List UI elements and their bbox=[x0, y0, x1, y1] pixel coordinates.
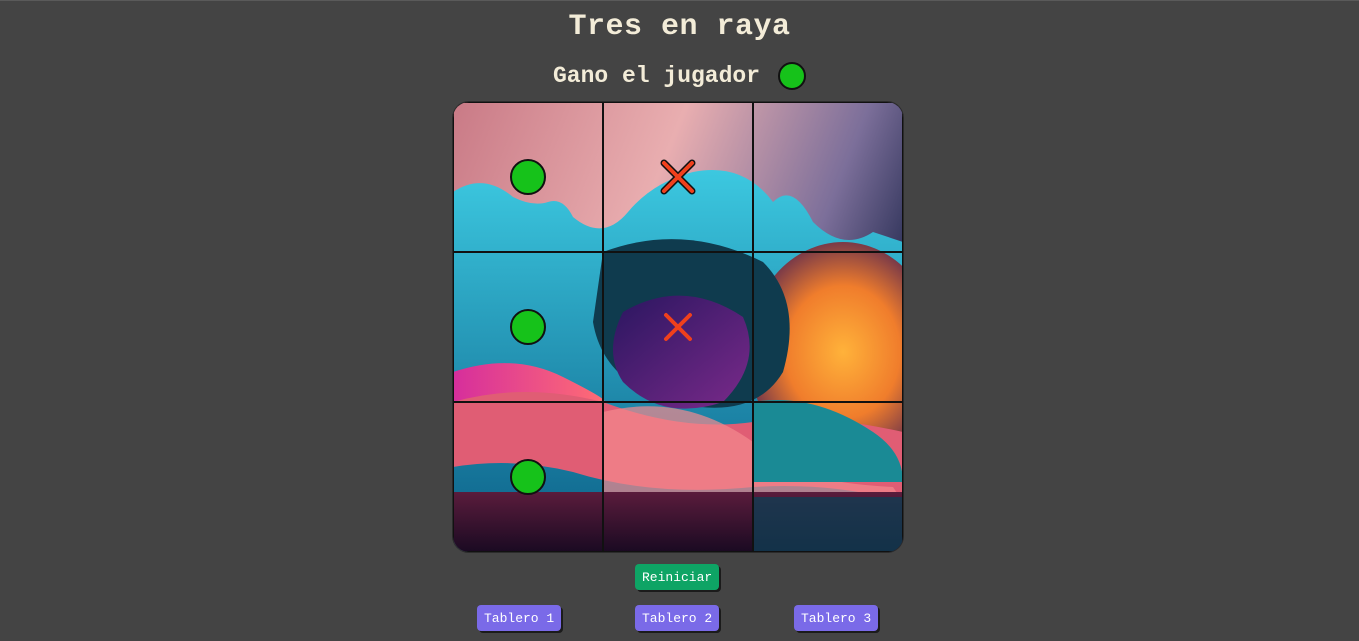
cell-r1-c3[interactable] bbox=[753, 102, 903, 252]
cell-r1-c1[interactable] bbox=[453, 102, 603, 252]
cell-r2-c2[interactable] bbox=[603, 252, 753, 402]
circle-mark-icon bbox=[510, 309, 546, 345]
cell-r3-c1[interactable] bbox=[453, 402, 603, 552]
winner-circle-icon bbox=[778, 62, 807, 90]
cell-r3-c3[interactable] bbox=[753, 402, 903, 552]
game-board bbox=[453, 102, 903, 552]
cell-r3-c2[interactable] bbox=[603, 402, 753, 552]
board-2-button[interactable]: Tablero 2 bbox=[635, 605, 720, 631]
status-text: Gano el jugador bbox=[552, 63, 761, 89]
page-title: Tres en raya bbox=[568, 10, 791, 44]
reset-button[interactable]: Reiniciar bbox=[635, 564, 720, 590]
top-border bbox=[0, 0, 1359, 1]
cell-r1-c2[interactable] bbox=[603, 102, 753, 252]
game-status: Gano el jugador bbox=[0, 62, 1359, 90]
cross-mark-icon bbox=[660, 159, 696, 195]
board-grid bbox=[453, 102, 903, 552]
circle-mark-icon bbox=[510, 459, 546, 495]
cross-mark-icon bbox=[664, 313, 692, 341]
cell-r2-c3[interactable] bbox=[753, 252, 903, 402]
circle-mark-icon bbox=[510, 159, 546, 195]
board-3-button[interactable]: Tablero 3 bbox=[794, 605, 879, 631]
cell-r2-c1[interactable] bbox=[453, 252, 603, 402]
board-1-button[interactable]: Tablero 1 bbox=[477, 605, 562, 631]
